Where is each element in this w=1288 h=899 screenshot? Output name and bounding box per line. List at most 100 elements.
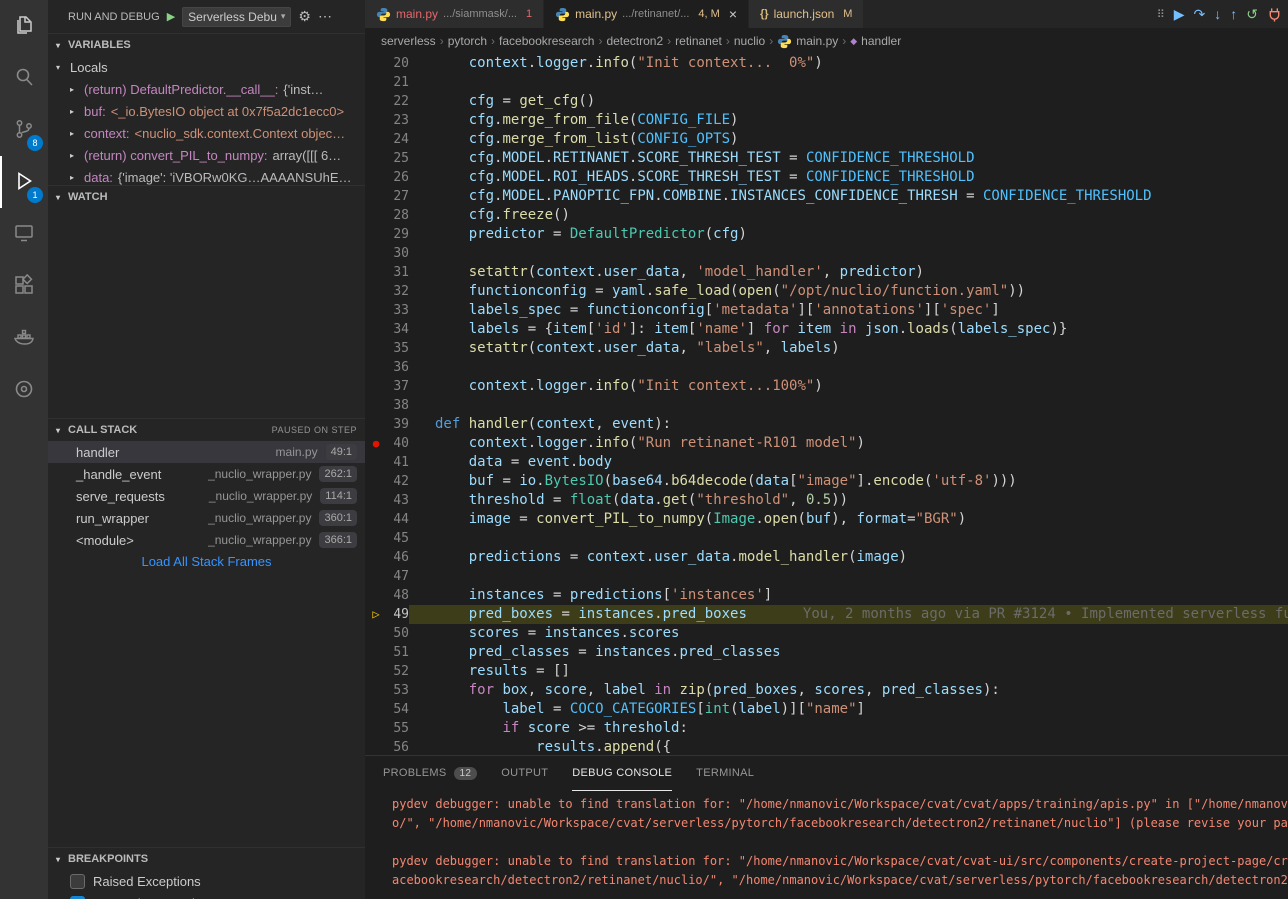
code-text[interactable]: scores = instances.scores (409, 624, 1288, 643)
code-line[interactable]: 21 (365, 73, 1288, 92)
gutter-space[interactable] (365, 510, 387, 529)
variables-section-header[interactable]: ▾ VARIABLES (48, 34, 365, 56)
code-text[interactable]: labels_spec = functionconfig['metadata']… (409, 301, 1288, 320)
code-line[interactable]: 30 (365, 244, 1288, 263)
code-text[interactable]: labels = {item['id']: item['name'] for i… (409, 320, 1288, 339)
activity-extension-circle[interactable] (0, 364, 48, 416)
gutter-space[interactable] (365, 700, 387, 719)
panel-tab-output[interactable]: OUTPUT (501, 756, 548, 791)
gutter-space[interactable] (365, 244, 387, 263)
activity-extensions[interactable] (0, 260, 48, 312)
editor-tab[interactable]: main.py.../retinanet/...4, M× (544, 0, 749, 28)
gutter-space[interactable] (365, 662, 387, 681)
line-number[interactable]: 22 (387, 92, 409, 111)
line-number[interactable]: 34 (387, 320, 409, 339)
code-text[interactable]: def handler(context, event): (409, 415, 1288, 434)
breakpoint-item[interactable]: ✓Uncaught Exceptions (48, 892, 365, 899)
scope-locals[interactable]: ▾ Locals (48, 56, 365, 78)
code-text[interactable]: cfg.MODEL.ROI_HEADS.SCORE_THRESH_TEST = … (409, 168, 1288, 187)
code-line[interactable]: 23 cfg.merge_from_file(CONFIG_FILE) (365, 111, 1288, 130)
activity-docker[interactable] (0, 312, 48, 364)
load-all-stack-frames-link[interactable]: Load All Stack Frames (48, 551, 365, 573)
code-text[interactable]: context.logger.info("Init context...100%… (409, 377, 1288, 396)
gutter-space[interactable] (365, 624, 387, 643)
code-text[interactable]: image = convert_PIL_to_numpy(Image.open(… (409, 510, 1288, 529)
gutter-space[interactable] (365, 567, 387, 586)
code-text[interactable]: cfg.merge_from_file(CONFIG_FILE) (409, 111, 1288, 130)
line-number[interactable]: 55 (387, 719, 409, 738)
gutter-space[interactable] (365, 54, 387, 73)
code-line[interactable]: 42 buf = io.BytesIO(base64.b64decode(dat… (365, 472, 1288, 491)
activity-remote-explorer[interactable] (0, 208, 48, 260)
breakpoint-icon[interactable]: ● (365, 434, 387, 453)
code-text[interactable] (409, 567, 1288, 586)
variable-row[interactable]: ▸buf:<_io.BytesIO object at 0x7f5a2dc1ec… (48, 100, 365, 122)
code-text[interactable]: label = COCO_CATEGORIES[int(label)]["nam… (409, 700, 1288, 719)
gutter-space[interactable] (365, 339, 387, 358)
code-line[interactable]: 41 data = event.body (365, 453, 1288, 472)
code-text[interactable]: context.logger.info("Init context... 0%"… (409, 54, 1288, 73)
breakpoints-section-header[interactable]: ▾ BREAKPOINTS (48, 848, 365, 870)
breadcrumb-item[interactable]: pytorch (448, 34, 487, 48)
code-line[interactable]: 56 results.append({ (365, 738, 1288, 755)
call-stack-frame[interactable]: serve_requests_nuclio_wrapper.py114:1 (48, 485, 365, 507)
breadcrumb-item[interactable]: nuclio (734, 34, 765, 48)
code-text[interactable]: buf = io.BytesIO(base64.b64decode(data["… (409, 472, 1288, 491)
call-stack-frame[interactable]: handlermain.py49:1 (48, 441, 365, 463)
gutter-space[interactable] (365, 358, 387, 377)
variable-row[interactable]: ▸context:<nuclio_sdk.context.Context obj… (48, 122, 365, 144)
line-number[interactable]: 46 (387, 548, 409, 567)
more-actions-icon[interactable]: ⋯ (318, 8, 332, 25)
gutter-space[interactable] (365, 529, 387, 548)
gutter-space[interactable] (365, 586, 387, 605)
code-line[interactable]: 48 instances = predictions['instances'] (365, 586, 1288, 605)
code-text[interactable]: data = event.body (409, 453, 1288, 472)
restart-icon[interactable]: ↺ (1246, 6, 1258, 23)
line-number[interactable]: 33 (387, 301, 409, 320)
code-line[interactable]: 31 setattr(context.user_data, 'model_han… (365, 263, 1288, 282)
gutter-space[interactable] (365, 320, 387, 339)
code-line[interactable]: 45 (365, 529, 1288, 548)
gutter-space[interactable] (365, 719, 387, 738)
line-number[interactable]: 54 (387, 700, 409, 719)
code-line[interactable]: 44 image = convert_PIL_to_numpy(Image.op… (365, 510, 1288, 529)
code-line[interactable]: 20 context.logger.info("Init context... … (365, 54, 1288, 73)
line-number[interactable]: 23 (387, 111, 409, 130)
gutter-space[interactable] (365, 206, 387, 225)
call-stack-frame[interactable]: _handle_event_nuclio_wrapper.py262:1 (48, 463, 365, 485)
close-icon[interactable]: × (729, 6, 737, 22)
code-text[interactable]: pred_boxes = instances.pred_boxesYou, 2 … (409, 605, 1288, 624)
code-text[interactable]: cfg.MODEL.PANOPTIC_FPN.COMBINE.INSTANCES… (409, 187, 1288, 206)
code-line[interactable]: 38 (365, 396, 1288, 415)
gutter-space[interactable] (365, 396, 387, 415)
code-line[interactable]: 50 scores = instances.scores (365, 624, 1288, 643)
gutter-space[interactable] (365, 149, 387, 168)
variable-row[interactable]: ▸(return) convert_PIL_to_numpy:array([[[… (48, 144, 365, 166)
code-line[interactable]: 27 cfg.MODEL.PANOPTIC_FPN.COMBINE.INSTAN… (365, 187, 1288, 206)
gear-icon[interactable]: ⚙ (298, 8, 311, 25)
code-text[interactable]: cfg.freeze() (409, 206, 1288, 225)
code-line[interactable]: 24 cfg.merge_from_list(CONFIG_OPTS) (365, 130, 1288, 149)
code-text[interactable]: functionconfig = yaml.safe_load(open("/o… (409, 282, 1288, 301)
line-number[interactable]: 45 (387, 529, 409, 548)
call-stack-frame[interactable]: <module>_nuclio_wrapper.py366:1 (48, 529, 365, 551)
code-line[interactable]: 53 for box, score, label in zip(pred_box… (365, 681, 1288, 700)
debug-config-dropdown[interactable]: Serverless Debu ▾ (182, 7, 291, 27)
code-line[interactable]: 26 cfg.MODEL.ROI_HEADS.SCORE_THRESH_TEST… (365, 168, 1288, 187)
code-line[interactable]: 51 pred_classes = instances.pred_classes (365, 643, 1288, 662)
line-number[interactable]: 42 (387, 472, 409, 491)
line-number[interactable]: 51 (387, 643, 409, 662)
line-number[interactable]: 52 (387, 662, 409, 681)
variable-row[interactable]: ▸(return) DefaultPredictor.__call__:{'in… (48, 78, 365, 100)
code-text[interactable]: cfg.MODEL.RETINANET.SCORE_THRESH_TEST = … (409, 149, 1288, 168)
line-number[interactable]: 27 (387, 187, 409, 206)
code-text[interactable]: predictor = DefaultPredictor(cfg) (409, 225, 1288, 244)
call-stack-section-header[interactable]: ▾ CALL STACK PAUSED ON STEP (48, 419, 365, 441)
line-number[interactable]: 36 (387, 358, 409, 377)
panel-tab-problems[interactable]: PROBLEMS12 (383, 756, 477, 791)
code-line[interactable]: 39def handler(context, event): (365, 415, 1288, 434)
code-text[interactable] (409, 244, 1288, 263)
code-line[interactable]: 55 if score >= threshold: (365, 719, 1288, 738)
gutter-space[interactable] (365, 73, 387, 92)
gutter-space[interactable] (365, 738, 387, 755)
